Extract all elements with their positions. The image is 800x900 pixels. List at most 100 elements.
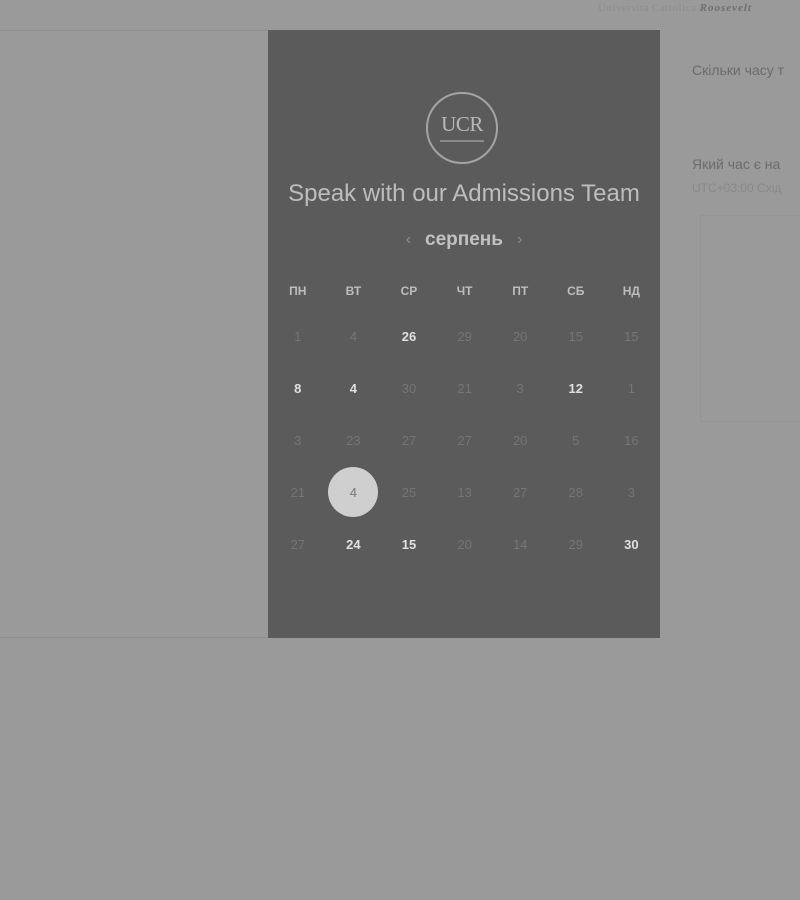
calendar-day-selected[interactable]: 4 bbox=[326, 466, 382, 518]
timezone-selector[interactable]: UTC+03:00 Схід bbox=[692, 181, 781, 195]
day-number: 25 bbox=[401, 484, 417, 500]
day-number: 27 bbox=[401, 432, 417, 448]
divider-bottom bbox=[0, 637, 268, 638]
calendar-day: 3 bbox=[604, 466, 660, 518]
weekday-label: СР bbox=[400, 284, 418, 298]
day-number: 3 bbox=[516, 380, 524, 396]
calendar-day: 5 bbox=[548, 414, 604, 466]
day-number: 14 bbox=[512, 536, 528, 552]
calendar-day: 20 bbox=[492, 310, 548, 362]
day-number: 28 bbox=[568, 484, 583, 500]
calendar-day: 20 bbox=[437, 518, 493, 570]
calendar-day: 15 bbox=[604, 310, 660, 362]
calendar-day: 27 bbox=[492, 466, 548, 518]
scheduler-panel: UCR Speak with our Admissions Team ‹ сер… bbox=[268, 30, 660, 638]
day-number: 20 bbox=[512, 328, 528, 344]
day-number: 26 bbox=[401, 328, 417, 344]
weekday-header: ПН ВТ СР ЧТ ПТ СБ НД bbox=[270, 284, 660, 298]
weekday-label: ПН bbox=[289, 284, 307, 298]
calendar-day: 3 bbox=[492, 362, 548, 414]
calendar-day: 20 bbox=[492, 414, 548, 466]
day-number: 29 bbox=[568, 536, 583, 552]
day-number: 5 bbox=[572, 432, 580, 448]
calendar-week: 21 4 25 13 27 28 3 bbox=[270, 466, 660, 518]
day-number: 8 bbox=[294, 380, 302, 396]
day-number: 15 bbox=[401, 536, 417, 552]
calendar-day: 1 bbox=[270, 310, 326, 362]
calendar-day: 25 bbox=[381, 466, 437, 518]
divider-top bbox=[0, 30, 268, 31]
day-number: 12 bbox=[568, 380, 583, 396]
booking-details-panel: Скільки часу т Який час є на UTC+03:00 С… bbox=[692, 0, 800, 640]
month-label: серпень bbox=[425, 229, 503, 250]
calendar-week: 27 24 15 20 14 29 30 bbox=[270, 518, 660, 570]
calendar-week: 1 4 26 29 20 15 15 bbox=[270, 310, 660, 362]
day-number: 1 bbox=[294, 328, 302, 344]
day-number: 21 bbox=[290, 484, 306, 500]
panel-title: Speak with our Admissions Team bbox=[288, 180, 640, 207]
calendar-day: 13 bbox=[437, 466, 493, 518]
day-number: 24 bbox=[346, 536, 361, 552]
calendar-day: 21 bbox=[437, 362, 493, 414]
ucr-logo: UCR bbox=[426, 92, 498, 164]
day-number: 3 bbox=[627, 484, 635, 500]
calendar-day: 27 bbox=[437, 414, 493, 466]
day-number: 1 bbox=[627, 380, 635, 396]
calendar-day: 16 bbox=[604, 414, 660, 466]
day-number: 23 bbox=[346, 432, 361, 448]
calendar-day[interactable]: 26 bbox=[381, 310, 437, 362]
chevron-left-icon[interactable]: ‹ bbox=[406, 231, 411, 249]
calendar-day: 15 bbox=[548, 310, 604, 362]
logo-subline bbox=[440, 140, 484, 142]
day-number: 16 bbox=[624, 432, 639, 448]
calendar-day: 27 bbox=[381, 414, 437, 466]
day-number: 15 bbox=[624, 328, 639, 344]
calendar-week: 3 23 27 27 20 5 16 bbox=[270, 414, 660, 466]
day-number: 27 bbox=[512, 484, 528, 500]
brand-prefix: Universita Cattolica bbox=[598, 2, 697, 14]
day-number: 20 bbox=[457, 536, 472, 552]
calendar-day[interactable]: 4 bbox=[326, 362, 382, 414]
day-number: 4 bbox=[349, 380, 357, 396]
day-number: 27 bbox=[457, 432, 472, 448]
calendar-grid: 1 4 26 29 20 15 15 8 4 30 21 3 12 1 3 23 27 27 20 5 16 21 4 25 1… bbox=[270, 310, 660, 570]
day-number: 21 bbox=[457, 380, 472, 396]
calendar-day: 14 bbox=[492, 518, 548, 570]
calendar-day[interactable]: 8 bbox=[270, 362, 326, 414]
day-number: 15 bbox=[568, 328, 583, 344]
day-number: 30 bbox=[624, 536, 639, 552]
calendar-week: 8 4 30 21 3 12 1 bbox=[270, 362, 660, 414]
calendar-day[interactable]: 15 bbox=[381, 518, 437, 570]
weekday-label: ПТ bbox=[512, 284, 529, 298]
calendar-day: 21 bbox=[270, 466, 326, 518]
calendar-day: 30 bbox=[381, 362, 437, 414]
calendar-day: 4 bbox=[326, 310, 382, 362]
calendar-day: 3 bbox=[270, 414, 326, 466]
calendar-day: 27 bbox=[270, 518, 326, 570]
calendar-day[interactable]: 24 bbox=[326, 518, 382, 570]
month-navigation: ‹ серпень › bbox=[268, 226, 660, 254]
day-number: 4 bbox=[328, 467, 379, 517]
weekday-label: ВТ bbox=[345, 284, 362, 298]
weekday-label: СБ bbox=[567, 284, 585, 298]
day-number: 20 bbox=[512, 432, 528, 448]
time-slots-box bbox=[700, 215, 800, 422]
top-bar: Universita Cattolica Roosevelt bbox=[0, 0, 800, 30]
calendar-day: 29 bbox=[437, 310, 493, 362]
calendar-day[interactable]: 30 bbox=[604, 518, 660, 570]
weekday-label: НД bbox=[622, 284, 640, 298]
calendar-day[interactable]: 12 bbox=[548, 362, 604, 414]
day-number: 30 bbox=[401, 380, 417, 396]
calendar-day: 23 bbox=[326, 414, 382, 466]
logo-text: UCR bbox=[441, 112, 483, 136]
day-number: 3 bbox=[294, 432, 302, 448]
duration-question: Скільки часу т bbox=[692, 62, 785, 78]
calendar-day: 1 bbox=[604, 362, 660, 414]
calendar-day: 28 bbox=[548, 466, 604, 518]
day-number: 29 bbox=[457, 328, 472, 344]
day-number: 13 bbox=[457, 484, 472, 500]
day-number: 4 bbox=[349, 328, 357, 344]
chevron-right-icon[interactable]: › bbox=[517, 231, 522, 249]
weekday-label: ЧТ bbox=[456, 284, 473, 298]
calendar-day: 29 bbox=[548, 518, 604, 570]
